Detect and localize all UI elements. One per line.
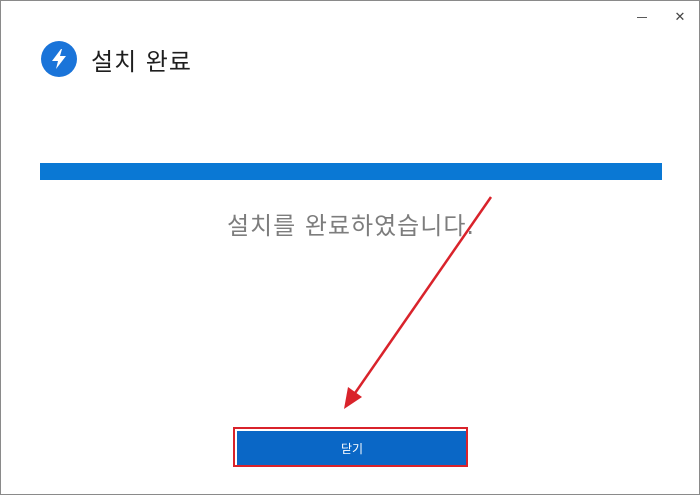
page-title: 설치 완료 (91, 47, 192, 76)
close-window-button[interactable]: ✕ (661, 1, 699, 33)
close-icon: ✕ (674, 9, 686, 25)
progress-fill (40, 163, 662, 180)
minimize-button[interactable] (623, 1, 661, 33)
dialog-header: 설치 완료 (41, 41, 192, 77)
close-button[interactable]: 닫기 (237, 431, 467, 465)
minimize-icon (637, 17, 647, 18)
installer-window: ✕ 설치 완료 설치를 완료하였습니다. 닫기 (0, 0, 700, 495)
status-message: 설치를 완료하였습니다. (226, 212, 476, 240)
lightning-bolt-icon (41, 41, 77, 77)
window-controls: ✕ (623, 1, 699, 33)
install-progress-bar (40, 163, 662, 180)
